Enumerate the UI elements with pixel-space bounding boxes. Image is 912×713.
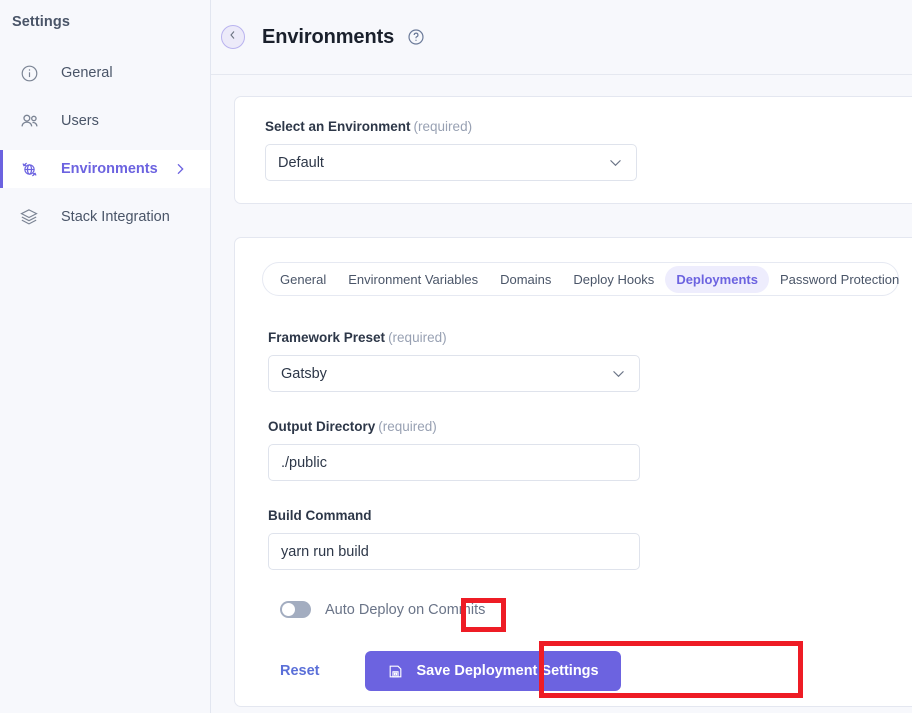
framework-preset-label-text: Framework Preset xyxy=(268,330,386,345)
environment-select-value: Default xyxy=(278,154,324,171)
build-command-label-text: Build Command xyxy=(268,508,372,523)
build-command-value: yarn run build xyxy=(281,543,369,560)
page-title: Environments xyxy=(262,25,395,48)
chevron-down-icon xyxy=(610,365,627,382)
tab-general[interactable]: General xyxy=(269,266,337,293)
environment-globe-icon xyxy=(18,158,40,180)
content-area: Select an Environment (required) Default … xyxy=(211,75,912,707)
back-button[interactable] xyxy=(221,25,245,49)
info-circle-icon xyxy=(18,62,40,84)
auto-deploy-label: Auto Deploy on Commits xyxy=(325,601,486,618)
main-content: Environments Select an Environment (requi… xyxy=(211,0,912,713)
output-directory-required-hint: (required) xyxy=(378,419,437,434)
framework-preset-required-hint: (required) xyxy=(388,330,447,345)
deployment-form: Framework Preset (required) Gatsby Outpu… xyxy=(235,296,912,691)
auto-deploy-toggle[interactable] xyxy=(280,601,311,618)
tab-deploy-hooks[interactable]: Deploy Hooks xyxy=(562,266,665,293)
sidebar-item-environments[interactable]: Environments xyxy=(0,150,210,188)
sidebar-item-general[interactable]: General xyxy=(0,54,210,92)
environment-select-required-hint: (required) xyxy=(413,119,473,134)
output-directory-label: Output Directory (required) xyxy=(268,419,912,434)
layers-icon xyxy=(18,206,40,228)
environment-select[interactable]: Default xyxy=(265,144,637,181)
sidebar-item-label: Environments xyxy=(61,161,158,177)
chevron-down-icon xyxy=(607,154,624,171)
framework-preset-value: Gatsby xyxy=(281,365,327,382)
output-directory-group: Output Directory (required) ./public xyxy=(268,419,912,481)
tab-password-protection[interactable]: Password Protection xyxy=(769,266,910,293)
chevron-left-icon xyxy=(227,28,239,46)
save-button-label: Save Deployment Settings xyxy=(416,663,599,679)
framework-preset-label: Framework Preset (required) xyxy=(268,330,912,345)
settings-tabs: General Environment Variables Domains De… xyxy=(262,262,899,296)
output-directory-label-text: Output Directory xyxy=(268,419,376,434)
build-command-label: Build Command xyxy=(268,508,912,523)
output-directory-value: ./public xyxy=(281,454,327,471)
sidebar-nav: General Users Environments Stack Integra… xyxy=(0,54,210,236)
sidebar: Settings General Users Environments Stac… xyxy=(0,0,211,713)
environment-select-label-text: Select an Environment xyxy=(265,119,411,134)
environment-select-label: Select an Environment (required) xyxy=(265,119,912,134)
tab-environment-variables[interactable]: Environment Variables xyxy=(337,266,489,293)
chevron-right-icon xyxy=(172,161,188,177)
help-circle-icon[interactable] xyxy=(407,28,425,46)
sidebar-item-users[interactable]: Users xyxy=(0,102,210,140)
sidebar-title: Settings xyxy=(12,14,70,30)
environment-select-card: Select an Environment (required) Default xyxy=(234,96,912,204)
sidebar-item-label: Users xyxy=(61,113,99,129)
save-deployment-settings-button[interactable]: Save Deployment Settings xyxy=(364,651,621,691)
reset-button[interactable]: Reset xyxy=(280,663,320,679)
page-header: Environments xyxy=(211,0,912,75)
deployment-settings-card: General Environment Variables Domains De… xyxy=(234,237,912,707)
auto-deploy-row: Auto Deploy on Commits xyxy=(268,601,912,618)
framework-preset-select[interactable]: Gatsby xyxy=(268,355,640,392)
users-icon xyxy=(18,110,40,132)
framework-preset-group: Framework Preset (required) Gatsby xyxy=(268,330,912,392)
toggle-knob xyxy=(282,603,295,616)
settings-page: Settings General Users Environments Stac… xyxy=(0,0,912,713)
build-command-input[interactable]: yarn run build xyxy=(268,533,640,570)
sidebar-item-label: General xyxy=(61,65,113,81)
sidebar-item-label: Stack Integration xyxy=(61,209,170,225)
form-actions: Reset Save Deployment Settings xyxy=(268,651,912,691)
output-directory-input[interactable]: ./public xyxy=(268,444,640,481)
sidebar-item-stack-integration[interactable]: Stack Integration xyxy=(0,198,210,236)
build-command-group: Build Command yarn run build xyxy=(268,508,912,570)
tab-deployments[interactable]: Deployments xyxy=(665,265,769,293)
floppy-disk-icon xyxy=(387,663,404,680)
tab-domains[interactable]: Domains xyxy=(489,266,562,293)
